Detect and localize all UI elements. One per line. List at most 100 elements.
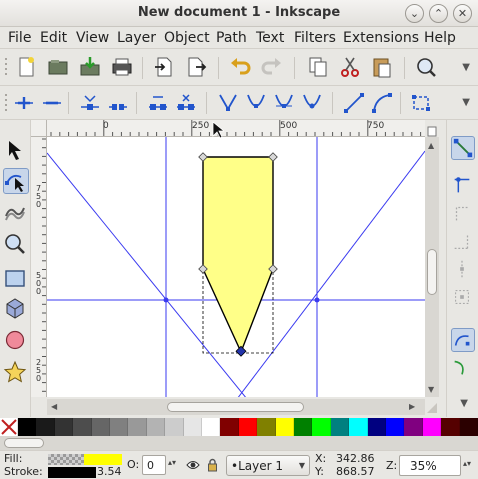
insert-node-icon[interactable]	[12, 91, 36, 115]
palette-swatch[interactable]	[110, 418, 129, 436]
zoom-tool-icon[interactable]	[3, 232, 29, 258]
import-icon[interactable]	[78, 55, 102, 79]
maximize-button[interactable]: ⌃	[429, 4, 448, 23]
palette-swatch[interactable]	[294, 418, 313, 436]
palette-swatch[interactable]	[441, 418, 460, 436]
menu-help[interactable]: Help	[424, 30, 456, 46]
straight-segment-icon[interactable]	[342, 91, 366, 115]
palette-scrollbar[interactable]	[0, 436, 478, 450]
horizontal-scrollbar[interactable]: ◀ ▶	[47, 399, 425, 415]
paste-icon[interactable]	[370, 55, 394, 79]
palette-swatch[interactable]	[91, 418, 110, 436]
palette-scroll-thumb[interactable]	[4, 438, 44, 448]
palette-swatch[interactable]	[36, 418, 55, 436]
delete-segment-icon[interactable]	[174, 91, 198, 115]
new-document-icon[interactable]	[14, 55, 38, 79]
palette-swatch[interactable]	[404, 418, 423, 436]
zoom-icon[interactable]	[414, 55, 438, 79]
selector-tool-icon[interactable]	[3, 138, 29, 164]
palette-swatch[interactable]	[54, 418, 74, 436]
rectangle-tool-icon[interactable]	[3, 266, 29, 292]
palette-swatch[interactable]	[220, 418, 239, 436]
star-tool-icon[interactable]	[3, 360, 29, 386]
horizontal-scroll-thumb[interactable]	[167, 402, 304, 412]
no-paint-swatch[interactable]	[0, 418, 18, 436]
redo-icon[interactable]	[260, 55, 284, 79]
symmetric-node-icon[interactable]	[272, 91, 296, 115]
curve-segment-icon[interactable]	[370, 91, 394, 115]
palette-swatch[interactable]	[330, 418, 350, 436]
snap-bbox-edge-icon[interactable]	[451, 202, 475, 226]
selected-path-node[interactable]	[235, 345, 247, 357]
palette-swatch[interactable]	[146, 418, 166, 436]
menu-file[interactable]: File	[8, 30, 31, 46]
menu-filters[interactable]: Filters	[294, 30, 336, 46]
spin-arrows-icon[interactable]: ▴▾	[168, 458, 176, 467]
auto-smooth-node-icon[interactable]	[300, 91, 324, 115]
export-icon[interactable]	[152, 55, 176, 79]
palette-swatch[interactable]	[275, 418, 294, 436]
menu-edit[interactable]: Edit	[40, 30, 67, 46]
3d-box-tool-icon[interactable]	[3, 296, 29, 322]
copy-icon[interactable]	[306, 55, 330, 79]
tweak-tool-icon[interactable]	[3, 198, 29, 224]
export-bitmap-icon[interactable]	[184, 55, 208, 79]
scroll-left-icon[interactable]: ◀	[51, 402, 57, 411]
toolbar-overflow-icon[interactable]: ▼	[462, 97, 470, 108]
snap-bbox-midpoint-icon[interactable]	[451, 258, 475, 282]
break-path-icon[interactable]	[106, 91, 130, 115]
minimize-button[interactable]: ⌄	[405, 4, 424, 23]
undo-icon[interactable]	[228, 55, 252, 79]
drawing-canvas[interactable]	[47, 137, 425, 397]
close-button[interactable]: ✕	[453, 4, 472, 23]
palette-swatch[interactable]	[238, 418, 258, 436]
palette-swatch[interactable]	[367, 418, 386, 436]
snap-bbox-corner-icon[interactable]	[451, 230, 475, 254]
vertical-scrollbar[interactable]: ▲ ▼	[425, 137, 439, 397]
print-icon[interactable]	[110, 55, 134, 79]
palette-swatch[interactable]	[165, 418, 184, 436]
lock-layer-icon[interactable]	[207, 458, 218, 472]
object-to-path-icon[interactable]	[410, 91, 434, 115]
lock-guides-icon[interactable]	[425, 126, 439, 137]
scroll-down-icon[interactable]: ▼	[428, 385, 434, 394]
ellipse-tool-icon[interactable]	[3, 328, 29, 354]
palette-swatch[interactable]	[257, 418, 276, 436]
zoom-spin-arrows-icon[interactable]: ▴▾	[463, 459, 471, 468]
snap-nodes-icon[interactable]	[451, 328, 475, 352]
pencil-shape[interactable]	[202, 156, 274, 354]
palette-swatch[interactable]	[18, 418, 37, 436]
menu-view[interactable]: View	[76, 30, 109, 46]
toolbar-grip[interactable]	[4, 94, 8, 114]
current-layer-dropdown[interactable]: •Layer 1 ▼	[226, 455, 310, 476]
palette-swatch[interactable]	[459, 418, 478, 436]
palette-swatch[interactable]	[349, 418, 368, 436]
node-tool-icon[interactable]	[3, 168, 29, 194]
opacity-spinbox[interactable]: 0	[142, 455, 166, 475]
snap-bbox-center-icon[interactable]	[451, 286, 475, 310]
snap-enable-icon[interactable]	[451, 136, 475, 160]
snapbar-overflow-icon[interactable]: ▼	[460, 398, 468, 409]
menu-extensions[interactable]: Extensions	[343, 30, 419, 46]
palette-swatch[interactable]	[422, 418, 442, 436]
palette-swatch[interactable]	[183, 418, 202, 436]
vertical-scroll-thumb[interactable]	[427, 249, 437, 295]
menu-path[interactable]: Path	[216, 30, 247, 46]
palette-swatch[interactable]	[386, 418, 405, 436]
toolbar-overflow-icon[interactable]: ▼	[462, 62, 470, 73]
join-segment-icon[interactable]	[146, 91, 170, 115]
zoom-field[interactable]: 35%	[399, 455, 461, 476]
toolbar-grip[interactable]	[4, 58, 8, 78]
stroke-width-value[interactable]: 3.54	[97, 465, 122, 478]
toggle-layer-visibility-icon[interactable]	[186, 459, 200, 471]
menu-layer[interactable]: Layer	[117, 30, 156, 46]
palette-swatch[interactable]	[128, 418, 147, 436]
fill-indicator[interactable]	[48, 454, 122, 465]
scroll-up-icon[interactable]: ▲	[428, 141, 434, 150]
scroll-right-icon[interactable]: ▶	[409, 402, 415, 411]
palette-swatch[interactable]	[202, 418, 221, 436]
stroke-color-swatch[interactable]	[48, 467, 96, 478]
cusp-node-icon[interactable]	[216, 91, 240, 115]
palette-swatch[interactable]	[73, 418, 92, 436]
join-nodes-icon[interactable]	[78, 91, 102, 115]
